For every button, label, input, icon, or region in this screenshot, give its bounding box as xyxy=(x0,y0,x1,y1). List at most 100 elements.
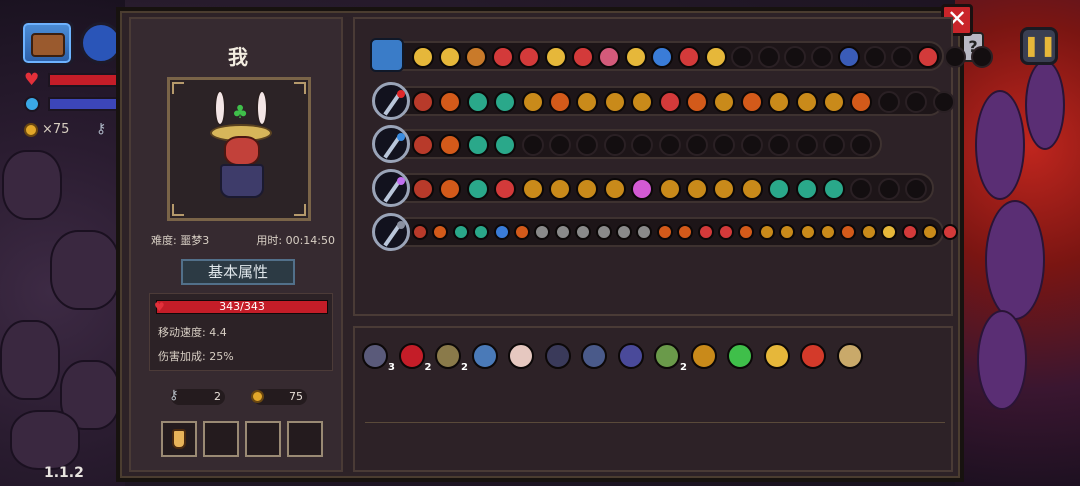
consumable-slot[interactable] xyxy=(203,421,239,457)
rune-icon[interactable] xyxy=(494,91,517,113)
empty-rune-slot[interactable] xyxy=(864,46,887,68)
rune-icon[interactable] xyxy=(439,91,462,113)
inventory-item-icon[interactable] xyxy=(435,343,461,369)
rune-icon[interactable] xyxy=(678,46,700,68)
rune-icon[interactable] xyxy=(412,91,434,113)
empty-rune-slot[interactable] xyxy=(576,134,599,156)
stats-tab[interactable]: 基本属性 xyxy=(181,259,295,285)
rune-icon[interactable] xyxy=(571,46,594,68)
consumable-slot[interactable] xyxy=(161,421,197,457)
rune-icon[interactable] xyxy=(465,46,488,68)
rune-icon[interactable] xyxy=(686,178,708,200)
rune-icon[interactable] xyxy=(686,91,708,113)
empty-rune-slot[interactable] xyxy=(850,178,873,200)
weapon-staff-icon[interactable] xyxy=(372,169,410,207)
consumable-slot[interactable] xyxy=(245,421,281,457)
rune-icon[interactable] xyxy=(795,91,818,113)
empty-rune-slot[interactable] xyxy=(890,46,913,68)
rune-icon[interactable] xyxy=(713,91,736,113)
rune-icon[interactable] xyxy=(412,134,434,156)
empty-rune-slot[interactable] xyxy=(713,134,736,156)
inventory-chest-button[interactable] xyxy=(20,20,74,66)
chest-icon[interactable] xyxy=(370,38,404,72)
rune-icon[interactable] xyxy=(549,91,571,113)
rune-icon[interactable] xyxy=(840,224,857,240)
rune-icon[interactable] xyxy=(799,224,816,240)
rune-icon[interactable] xyxy=(576,178,599,200)
rune-icon[interactable] xyxy=(922,224,938,240)
empty-rune-slot[interactable] xyxy=(784,46,807,68)
empty-rune-slot[interactable] xyxy=(658,134,681,156)
rune-icon[interactable] xyxy=(466,178,489,200)
rune-icon[interactable] xyxy=(850,91,873,113)
empty-rune-slot[interactable] xyxy=(549,134,571,156)
weapon-staff-icon[interactable] xyxy=(372,125,410,163)
empty-rune-slot[interactable] xyxy=(603,134,626,156)
inventory-item-icon[interactable] xyxy=(727,343,753,369)
rune-icon[interactable] xyxy=(438,46,461,68)
rune-icon[interactable] xyxy=(576,91,599,113)
rune-icon[interactable] xyxy=(631,91,654,113)
rune-icon[interactable] xyxy=(758,224,775,240)
empty-rune-slot[interactable] xyxy=(932,91,955,113)
rune-icon[interactable] xyxy=(860,224,877,240)
weapon-staff-icon[interactable] xyxy=(372,82,410,120)
rune-icon[interactable] xyxy=(554,224,571,240)
rune-icon[interactable] xyxy=(514,224,530,240)
rune-icon[interactable] xyxy=(704,46,727,68)
inventory-item-icon[interactable] xyxy=(763,343,790,369)
rune-icon[interactable] xyxy=(658,91,681,113)
inventory-item-icon[interactable] xyxy=(508,343,534,369)
rune-icon[interactable] xyxy=(656,224,673,240)
empty-rune-slot[interactable] xyxy=(944,46,966,68)
rune-icon[interactable] xyxy=(595,224,612,240)
rune-icon[interactable] xyxy=(624,46,647,68)
weapon-staff-icon[interactable] xyxy=(372,213,410,251)
empty-rune-slot[interactable] xyxy=(905,91,928,113)
rune-icon[interactable] xyxy=(432,224,449,240)
empty-rune-slot[interactable] xyxy=(850,134,873,156)
inventory-item-icon[interactable] xyxy=(398,343,425,369)
empty-rune-slot[interactable] xyxy=(877,91,900,113)
rune-icon[interactable] xyxy=(598,46,621,68)
empty-rune-slot[interactable] xyxy=(686,134,708,156)
rune-icon[interactable] xyxy=(697,224,714,240)
rune-icon[interactable] xyxy=(518,46,541,68)
rune-icon[interactable] xyxy=(439,178,462,200)
rune-icon[interactable] xyxy=(534,224,551,240)
rune-icon[interactable] xyxy=(917,46,940,68)
rune-icon[interactable] xyxy=(412,178,434,200)
rune-icon[interactable] xyxy=(549,178,571,200)
rune-icon[interactable] xyxy=(494,178,517,200)
empty-rune-slot[interactable] xyxy=(905,178,928,200)
rune-icon[interactable] xyxy=(631,178,654,200)
rune-icon[interactable] xyxy=(740,178,763,200)
empty-rune-slot[interactable] xyxy=(970,46,993,68)
rune-icon[interactable] xyxy=(452,224,469,240)
rune-icon[interactable] xyxy=(823,91,845,113)
empty-rune-slot[interactable] xyxy=(877,178,900,200)
rune-icon[interactable] xyxy=(616,224,632,240)
rune-icon[interactable] xyxy=(439,134,462,156)
inventory-item-icon[interactable] xyxy=(544,343,571,369)
rune-icon[interactable] xyxy=(412,46,434,68)
rune-icon[interactable] xyxy=(412,224,428,240)
rune-icon[interactable] xyxy=(677,224,694,240)
empty-rune-slot[interactable] xyxy=(631,134,654,156)
rune-icon[interactable] xyxy=(823,178,845,200)
rune-icon[interactable] xyxy=(466,91,489,113)
rune-icon[interactable] xyxy=(779,224,796,240)
rune-icon[interactable] xyxy=(795,178,818,200)
rune-icon[interactable] xyxy=(881,224,898,240)
rune-icon[interactable] xyxy=(545,46,567,68)
rune-icon[interactable] xyxy=(651,46,674,68)
rune-icon[interactable] xyxy=(713,178,736,200)
rune-icon[interactable] xyxy=(738,224,755,240)
rune-icon[interactable] xyxy=(768,178,791,200)
inventory-item-icon[interactable] xyxy=(471,343,498,369)
inventory-item-icon[interactable] xyxy=(836,343,863,369)
inventory-item-icon[interactable] xyxy=(690,343,717,369)
empty-rune-slot[interactable] xyxy=(795,134,818,156)
empty-rune-slot[interactable] xyxy=(521,134,544,156)
consumable-slot[interactable] xyxy=(287,421,323,457)
